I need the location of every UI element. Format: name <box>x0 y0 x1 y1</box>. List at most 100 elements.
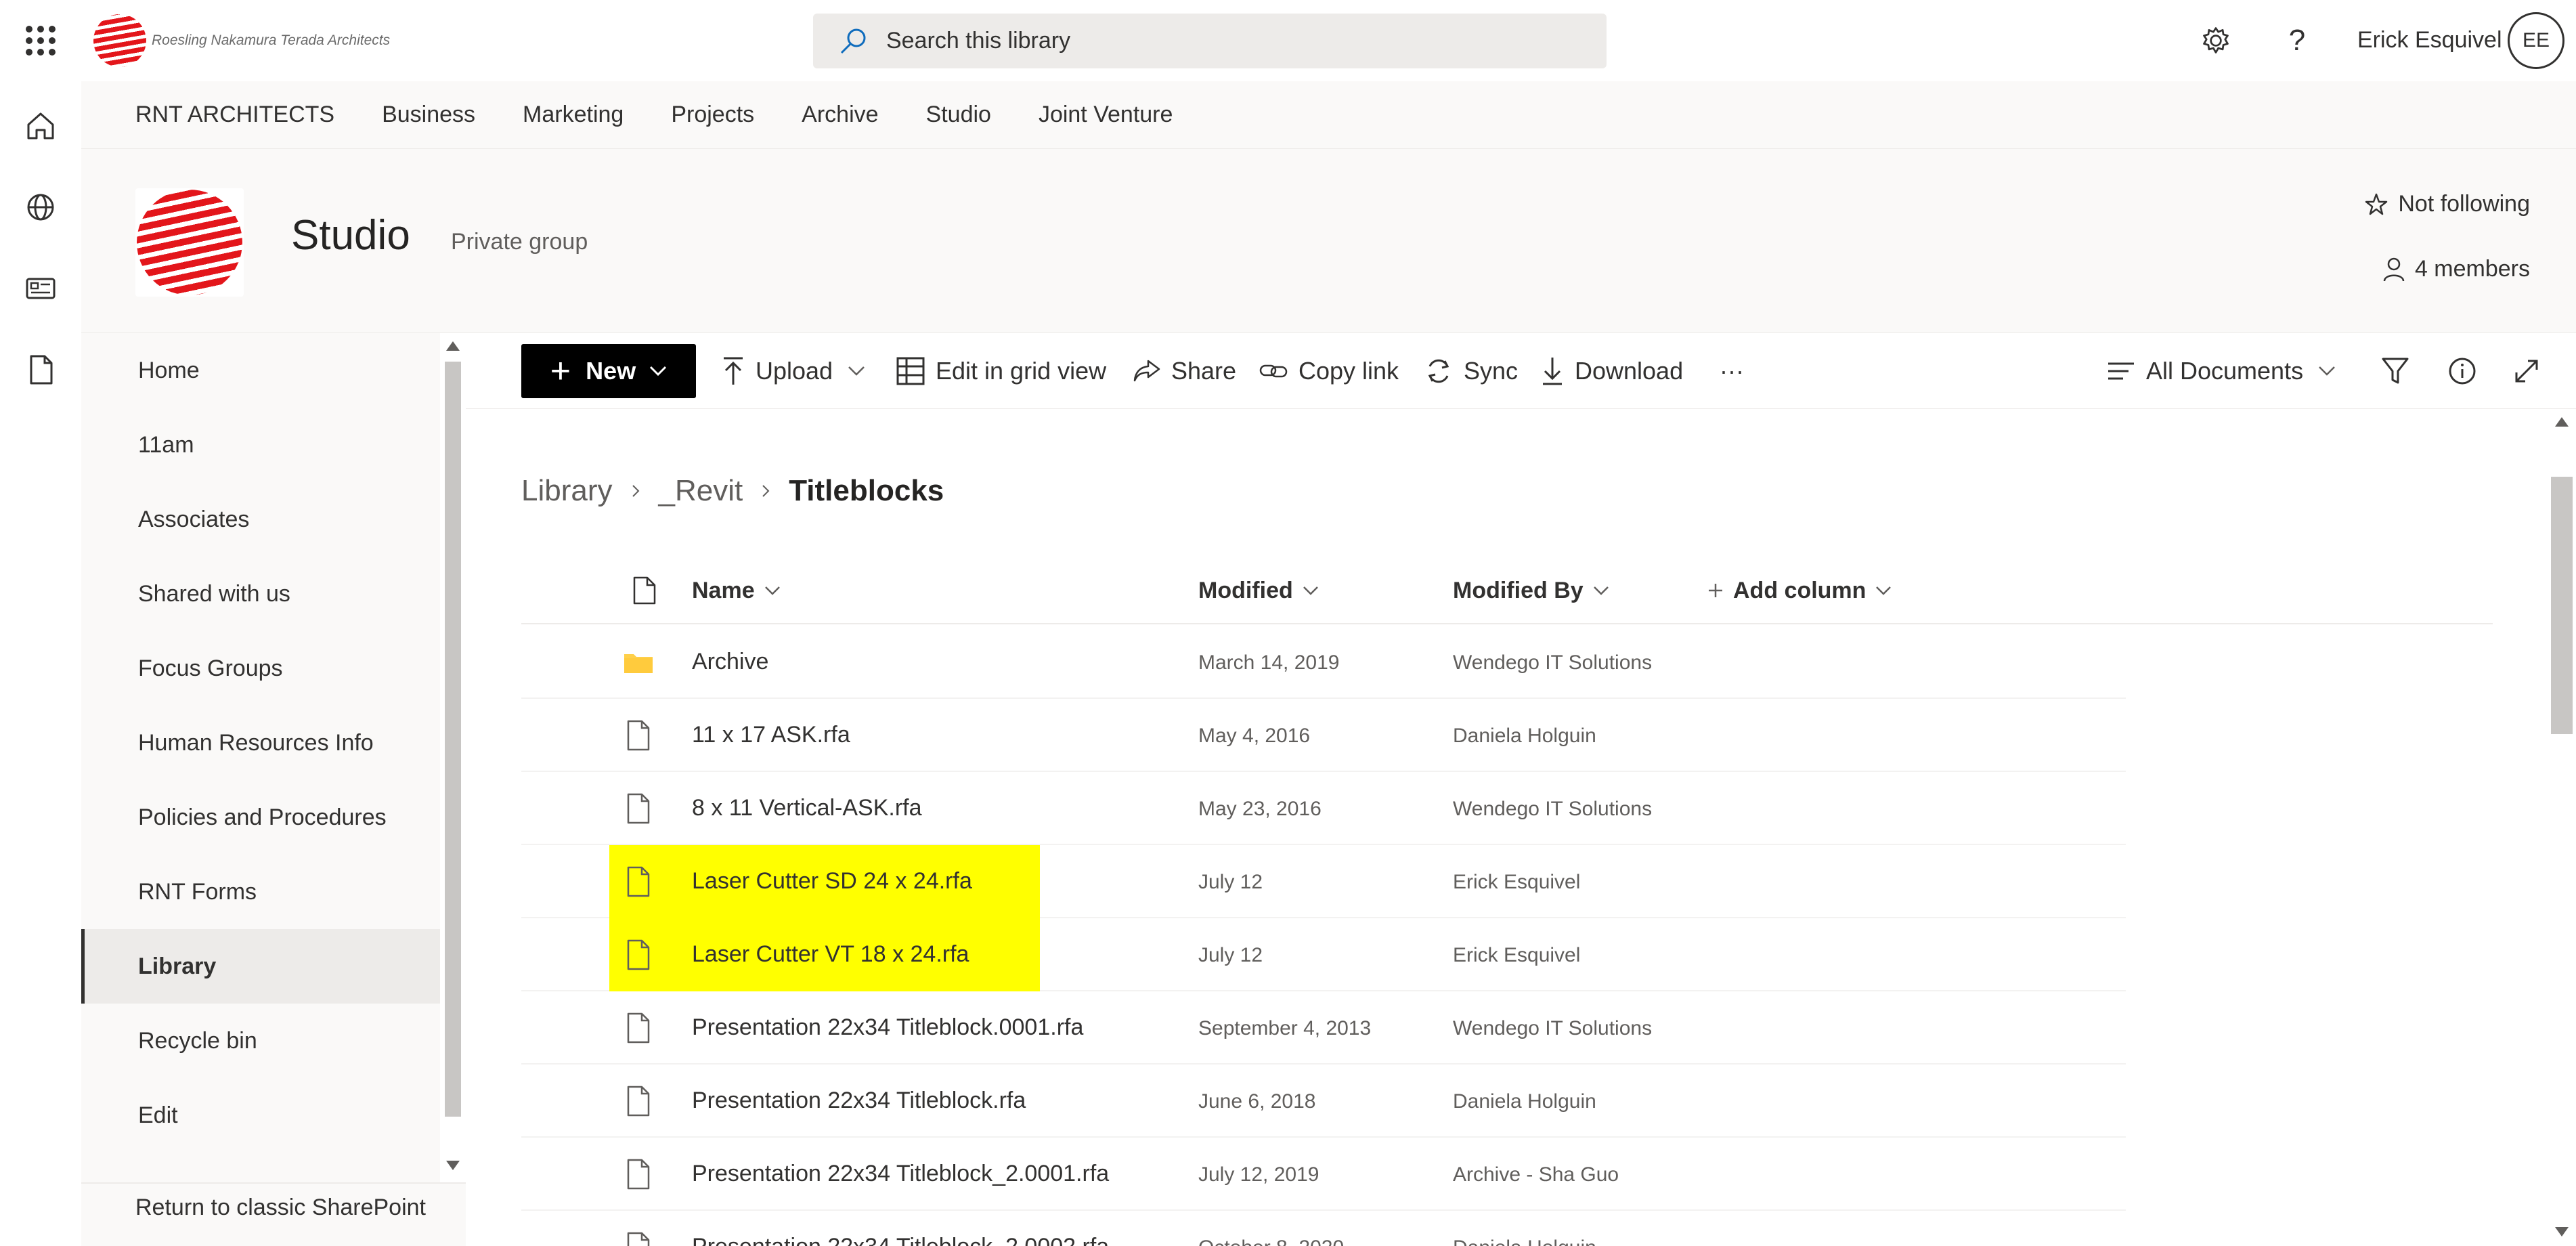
nav-item-human-resources-info[interactable]: Human Resources Info <box>81 706 440 780</box>
hub-nav-marketing[interactable]: Marketing <box>523 102 624 128</box>
modified-by: Wendego IT Solutions <box>1453 798 1653 820</box>
modified-date: July 12 <box>1198 944 1263 966</box>
members-button[interactable]: 4 members <box>2382 256 2530 282</box>
nav-item-library[interactable]: Library <box>81 929 440 1004</box>
nav-item-11am[interactable]: 11am <box>81 408 440 482</box>
share-button[interactable]: Share <box>1132 352 1236 390</box>
hub-nav-studio[interactable]: Studio <box>926 102 991 128</box>
nav-item-shared-with-us[interactable]: Shared with us <box>81 557 440 631</box>
info-button[interactable] <box>2448 352 2487 390</box>
upload-button[interactable]: Upload <box>722 352 876 390</box>
file-name[interactable]: Laser Cutter VT 18 x 24.rfa <box>692 941 969 968</box>
file-row[interactable]: Presentation 22x34 Titleblock_2.0002.rfa… <box>521 1211 2126 1246</box>
help-icon[interactable]: ? <box>2280 24 2314 58</box>
new-button[interactable]: + New <box>521 344 696 398</box>
modified-date: May 4, 2016 <box>1198 725 1311 747</box>
download-label: Download <box>1575 357 1684 385</box>
modified-by: Daniela Holguin <box>1453 1090 1596 1113</box>
add-column-button[interactable]: Add column <box>1707 557 1892 624</box>
nav-item-recycle-bin[interactable]: Recycle bin <box>81 1004 440 1078</box>
file-name[interactable]: Presentation 22x34 Titleblock_2.0002.rfa <box>692 1234 1109 1246</box>
hub-nav-rnt-architects[interactable]: RNT ARCHITECTS <box>135 102 334 128</box>
expand-icon <box>2515 360 2538 383</box>
chevron-down-icon <box>2319 366 2335 376</box>
folder-row[interactable]: Archive March 14, 2019 Wendego IT Solution… <box>521 626 2126 699</box>
file-row[interactable]: 8 x 11 Vertical-ASK.rfa May 23, 2016 Wende… <box>521 772 2126 845</box>
file-name[interactable]: Presentation 22x34 Titleblock.rfa <box>692 1088 1026 1114</box>
main-scrollbar[interactable] <box>2547 409 2576 1246</box>
share-icon <box>1133 360 1160 382</box>
view-selector[interactable]: All Documents <box>2107 352 2346 390</box>
file-row[interactable]: 11 x 17 ASK.rfa May 4, 2016 Daniela Holgui… <box>521 699 2126 772</box>
site-logo-mark <box>137 190 242 295</box>
file-icon <box>627 1012 650 1044</box>
hub-nav-projects[interactable]: Projects <box>671 102 754 128</box>
modified-by-column-header[interactable]: Modified By <box>1453 557 1609 624</box>
search-box[interactable]: Search this library <box>813 14 1607 68</box>
file-row[interactable]: Laser Cutter SD 24 x 24.rfa July 12 Erick … <box>521 845 2126 918</box>
settings-gear-icon[interactable] <box>2199 24 2233 58</box>
file-row[interactable]: Presentation 22x34 Titleblock_2.0001.rfa… <box>521 1138 2126 1211</box>
nav-item-edit[interactable]: Edit <box>81 1078 440 1153</box>
nav-item-associates[interactable]: Associates <box>81 482 440 557</box>
nav-item-focus-groups[interactable]: Focus Groups <box>81 631 440 706</box>
site-logo[interactable] <box>135 188 244 297</box>
file-icon <box>627 1086 650 1117</box>
nav-item-policies-and-procedures[interactable]: Policies and Procedures <box>81 780 440 855</box>
brand-logo[interactable]: Roesling Nakamura Terada Architects <box>93 12 390 69</box>
nav-item-rnt-forms[interactable]: RNT Forms <box>81 855 440 929</box>
folder-icon <box>624 654 653 673</box>
modified-by: Erick Esquivel <box>1453 944 1581 966</box>
scroll-down-arrow-icon[interactable] <box>2555 1227 2569 1237</box>
home-icon[interactable] <box>23 108 58 144</box>
modified-by: Daniela Holguin <box>1453 725 1596 747</box>
name-column-label: Name <box>692 577 755 603</box>
return-to-classic-link[interactable]: Return to classic SharePoint <box>135 1195 426 1221</box>
edit-in-grid-view-button[interactable]: Edit in grid view <box>896 352 1106 390</box>
more-options-button[interactable]: ··· <box>1720 352 1744 390</box>
scrollbar-thumb[interactable] <box>445 362 461 1117</box>
file-icon <box>627 1232 650 1246</box>
file-row[interactable]: Presentation 22x34 Titleblock.rfa June 6,… <box>521 1065 2126 1138</box>
news-icon[interactable] <box>23 271 58 306</box>
modified-by: Erick Esquivel <box>1453 871 1581 893</box>
app-launcher-icon[interactable] <box>26 26 56 56</box>
breadcrumb-revit[interactable]: _Revit <box>659 474 743 508</box>
file-row[interactable]: Presentation 22x34 Titleblock.0001.rfa Se… <box>521 991 2126 1065</box>
hub-nav-archive[interactable]: Archive <box>802 102 878 128</box>
avatar[interactable]: EE <box>2508 12 2564 69</box>
file-name[interactable]: Presentation 22x34 Titleblock_2.0001.rfa <box>692 1161 1109 1187</box>
search-placeholder[interactable]: Search this library <box>886 28 1070 54</box>
download-button[interactable]: Download <box>1541 352 1683 390</box>
globe-icon[interactable] <box>23 190 58 225</box>
modified-column-header[interactable]: Modified <box>1198 557 1319 624</box>
file-row[interactable]: Laser Cutter VT 18 x 24.rfa July 12 Erick … <box>521 918 2126 991</box>
file-name[interactable]: Archive <box>692 649 768 675</box>
follow-button[interactable]: Not following <box>2364 191 2530 217</box>
file-name[interactable]: Presentation 22x34 Titleblock.0001.rfa <box>692 1014 1083 1041</box>
hub-nav-business[interactable]: Business <box>382 102 475 128</box>
file-type-column-header[interactable] <box>623 557 657 624</box>
scroll-up-arrow-icon[interactable] <box>2555 417 2569 427</box>
copy-link-button[interactable]: Copy link <box>1259 352 1399 390</box>
filter-button[interactable] <box>2382 352 2420 390</box>
hub-nav-joint-venture[interactable]: Joint Venture <box>1039 102 1173 128</box>
file-name[interactable]: 8 x 11 Vertical-ASK.rfa <box>692 795 922 821</box>
modified-column-label: Modified <box>1198 577 1293 603</box>
site-title[interactable]: Studio <box>291 211 410 259</box>
modified-date: September 4, 2013 <box>1198 1017 1372 1039</box>
nav-item-home[interactable]: Home <box>81 333 440 408</box>
scroll-up-arrow-icon[interactable] <box>446 341 460 351</box>
scrollbar-thumb[interactable] <box>2551 477 2573 734</box>
document-icon[interactable] <box>23 352 58 387</box>
name-column-header[interactable]: Name <box>692 557 781 624</box>
sync-button[interactable]: Sync <box>1424 352 1518 390</box>
file-name[interactable]: Laser Cutter SD 24 x 24.rfa <box>692 868 972 895</box>
file-name[interactable]: 11 x 17 ASK.rfa <box>692 722 850 748</box>
left-nav-scrollbar[interactable] <box>440 333 466 1184</box>
breadcrumb-library[interactable]: Library <box>521 474 613 508</box>
fullscreen-button[interactable] <box>2513 352 2551 390</box>
upload-label: Upload <box>756 357 833 385</box>
user-name[interactable]: Erick Esquivel <box>2357 27 2502 53</box>
scroll-down-arrow-icon[interactable] <box>446 1161 460 1170</box>
